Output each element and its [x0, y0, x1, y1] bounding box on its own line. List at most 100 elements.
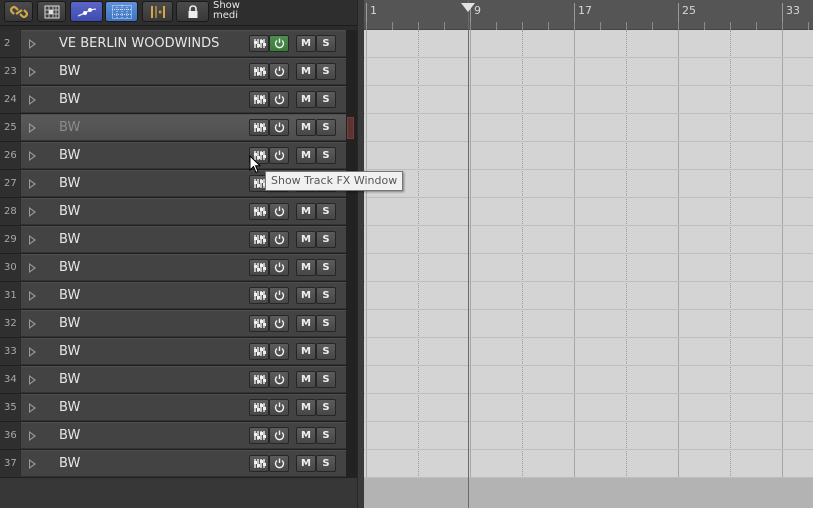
- track-header[interactable]: BW MS: [21, 282, 346, 309]
- ripple-edit-button[interactable]: [142, 1, 173, 22]
- track-row[interactable]: 36 BW M S: [0, 422, 346, 450]
- track-name[interactable]: BW: [59, 400, 80, 415]
- track-name[interactable]: BW: [59, 316, 80, 331]
- track-row[interactable]: 24 BW M S: [0, 86, 346, 114]
- track-fx-button[interactable]: [249, 203, 269, 220]
- expand-triangle-icon[interactable]: [29, 347, 36, 357]
- track-header[interactable]: BW MS: [21, 198, 346, 225]
- track-fx-button[interactable]: [249, 427, 269, 444]
- track-header[interactable]: BW MS: [21, 58, 346, 85]
- expand-triangle-icon[interactable]: [29, 403, 36, 413]
- fx-bypass-button[interactable]: [269, 63, 289, 80]
- track-row[interactable]: 2 VE BERLIN WOODWINDS M S: [0, 30, 346, 58]
- snap-button[interactable]: [37, 1, 66, 22]
- track-row[interactable]: 35 BW M S: [0, 394, 346, 422]
- solo-button[interactable]: S: [316, 63, 336, 80]
- track-row[interactable]: 29 BW M S: [0, 226, 346, 254]
- track-fx-button[interactable]: [249, 399, 269, 416]
- track-row[interactable]: 28 BW M S: [0, 198, 346, 226]
- track-fx-button[interactable]: [249, 343, 269, 360]
- fx-bypass-button[interactable]: [269, 231, 289, 248]
- fx-bypass-button[interactable]: [269, 343, 289, 360]
- track-header[interactable]: BW MS: [21, 366, 346, 393]
- solo-button[interactable]: S: [316, 315, 336, 332]
- expand-triangle-icon[interactable]: [29, 207, 36, 217]
- track-name[interactable]: BW: [59, 64, 80, 79]
- track-header[interactable]: BW MS: [21, 310, 346, 337]
- solo-button[interactable]: S: [316, 343, 336, 360]
- track-row[interactable]: 33 BW M S: [0, 338, 346, 366]
- fx-bypass-button[interactable]: [269, 203, 289, 220]
- mute-button[interactable]: M: [296, 203, 316, 220]
- track-name[interactable]: BW: [59, 260, 80, 275]
- track-row[interactable]: 32 BW M S: [0, 310, 346, 338]
- expand-triangle-icon[interactable]: [29, 39, 36, 49]
- mute-button[interactable]: M: [296, 119, 316, 136]
- track-header[interactable]: BW MS: [21, 142, 346, 169]
- track-fx-button[interactable]: [249, 315, 269, 332]
- track-name[interactable]: BW: [59, 344, 80, 359]
- fx-bypass-button[interactable]: [269, 119, 289, 136]
- expand-triangle-icon[interactable]: [29, 123, 36, 133]
- solo-button[interactable]: S: [316, 147, 336, 164]
- fx-bypass-button[interactable]: [269, 91, 289, 108]
- fx-bypass-button[interactable]: [269, 287, 289, 304]
- track-name[interactable]: BW: [59, 204, 80, 219]
- fx-bypass-button[interactable]: [269, 455, 289, 472]
- solo-button[interactable]: S: [316, 455, 336, 472]
- track-fx-button[interactable]: [249, 231, 269, 248]
- arrange-empty-area[interactable]: [364, 478, 813, 508]
- fx-bypass-button[interactable]: [269, 147, 289, 164]
- show-media-button[interactable]: Show medi: [211, 0, 242, 22]
- track-name[interactable]: BW: [59, 148, 80, 163]
- track-name[interactable]: VE BERLIN WOODWINDS: [59, 36, 219, 51]
- playhead-marker[interactable]: [461, 3, 475, 12]
- panel-divider[interactable]: [357, 0, 364, 508]
- track-fx-button[interactable]: [249, 91, 269, 108]
- lock-button[interactable]: [176, 1, 209, 22]
- solo-button[interactable]: S: [316, 399, 336, 416]
- envelope-button[interactable]: [70, 1, 103, 22]
- track-row[interactable]: 30 BW M S: [0, 254, 346, 282]
- expand-triangle-icon[interactable]: [29, 235, 36, 245]
- solo-button[interactable]: S: [316, 231, 336, 248]
- mute-button[interactable]: M: [296, 343, 316, 360]
- solo-button[interactable]: S: [316, 203, 336, 220]
- expand-triangle-icon[interactable]: [29, 291, 36, 301]
- track-row[interactable]: 23 BW M S: [0, 58, 346, 86]
- track-fx-button[interactable]: [249, 35, 269, 52]
- track-header[interactable]: BW MS: [21, 254, 346, 281]
- track-fx-button[interactable]: [249, 287, 269, 304]
- solo-button[interactable]: S: [316, 371, 336, 388]
- track-header[interactable]: VE BERLIN WOODWINDS M S: [21, 30, 346, 57]
- track-fx-button[interactable]: [249, 371, 269, 388]
- solo-button[interactable]: S: [316, 259, 336, 276]
- track-fx-button[interactable]: [249, 119, 269, 136]
- solo-button[interactable]: S: [316, 35, 336, 52]
- mute-button[interactable]: M: [296, 231, 316, 248]
- track-name[interactable]: BW: [59, 92, 80, 107]
- expand-triangle-icon[interactable]: [29, 319, 36, 329]
- track-list-scrollbar[interactable]: [346, 30, 357, 478]
- mute-button[interactable]: M: [296, 35, 316, 52]
- track-row[interactable]: 34 BW M S: [0, 366, 346, 394]
- link-toggle-button[interactable]: [4, 1, 33, 22]
- mute-button[interactable]: M: [296, 399, 316, 416]
- grid-button[interactable]: [105, 1, 138, 22]
- mute-button[interactable]: M: [296, 287, 316, 304]
- track-row[interactable]: 37 BW M S: [0, 450, 346, 478]
- expand-triangle-icon[interactable]: [29, 151, 36, 161]
- mute-button[interactable]: M: [296, 91, 316, 108]
- track-name[interactable]: BW: [59, 456, 80, 471]
- timeline-ruler[interactable]: 1 9 17 25 33: [364, 0, 813, 30]
- track-name[interactable]: BW: [59, 288, 80, 303]
- expand-triangle-icon[interactable]: [29, 67, 36, 77]
- track-header[interactable]: BW MS: [21, 394, 346, 421]
- track-row[interactable]: 31 BW M S: [0, 282, 346, 310]
- fx-bypass-button[interactable]: [269, 427, 289, 444]
- fx-bypass-button[interactable]: [269, 259, 289, 276]
- track-name[interactable]: BW: [59, 176, 80, 191]
- track-header[interactable]: BW MS: [21, 86, 346, 113]
- mute-button[interactable]: M: [296, 147, 316, 164]
- mute-button[interactable]: M: [296, 427, 316, 444]
